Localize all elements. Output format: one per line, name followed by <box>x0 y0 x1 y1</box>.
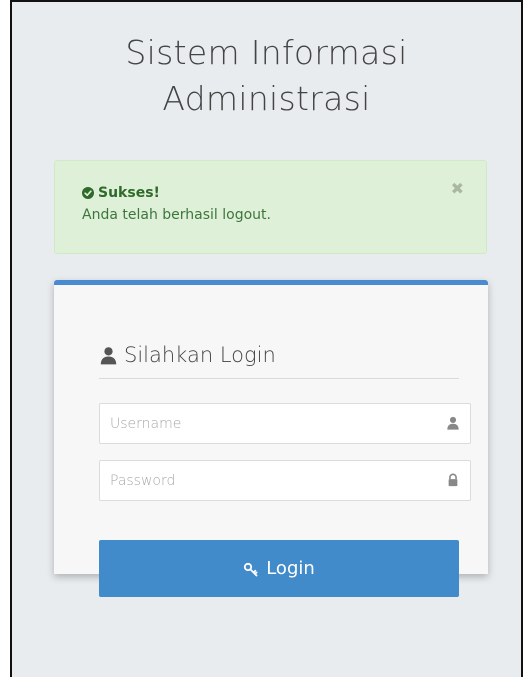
page-title: Sistem Informasi Administrasi <box>12 30 521 122</box>
page-title-line1: Sistem Informasi <box>125 33 408 72</box>
password-field <box>99 460 471 501</box>
login-button[interactable]: Login <box>99 540 459 597</box>
alert-heading-text: Sukses! <box>98 185 160 201</box>
page-title-line2: Administrasi <box>162 79 371 118</box>
login-panel-heading: Silahkan Login <box>99 340 459 379</box>
lock-icon <box>448 473 458 487</box>
login-panel: Silahkan Login Login <box>54 280 488 597</box>
username-input[interactable] <box>100 404 450 443</box>
password-input[interactable] <box>100 461 450 500</box>
login-button-label: Login <box>266 558 315 579</box>
user-icon <box>100 347 117 365</box>
key-icon <box>244 562 258 576</box>
close-icon[interactable]: ✖ <box>451 179 464 198</box>
alert-heading: Sukses! <box>82 185 160 201</box>
user-icon <box>447 416 459 430</box>
login-heading-text: Silahkan Login <box>124 343 276 367</box>
username-field <box>99 403 471 444</box>
check-circle-icon <box>82 187 94 199</box>
alert-message: Anda telah berhasil logout. <box>82 207 271 223</box>
success-alert: Sukses! Anda telah berhasil logout. ✖ <box>54 160 487 254</box>
login-page: Sistem Informasi Administrasi Sukses! An… <box>10 0 523 677</box>
